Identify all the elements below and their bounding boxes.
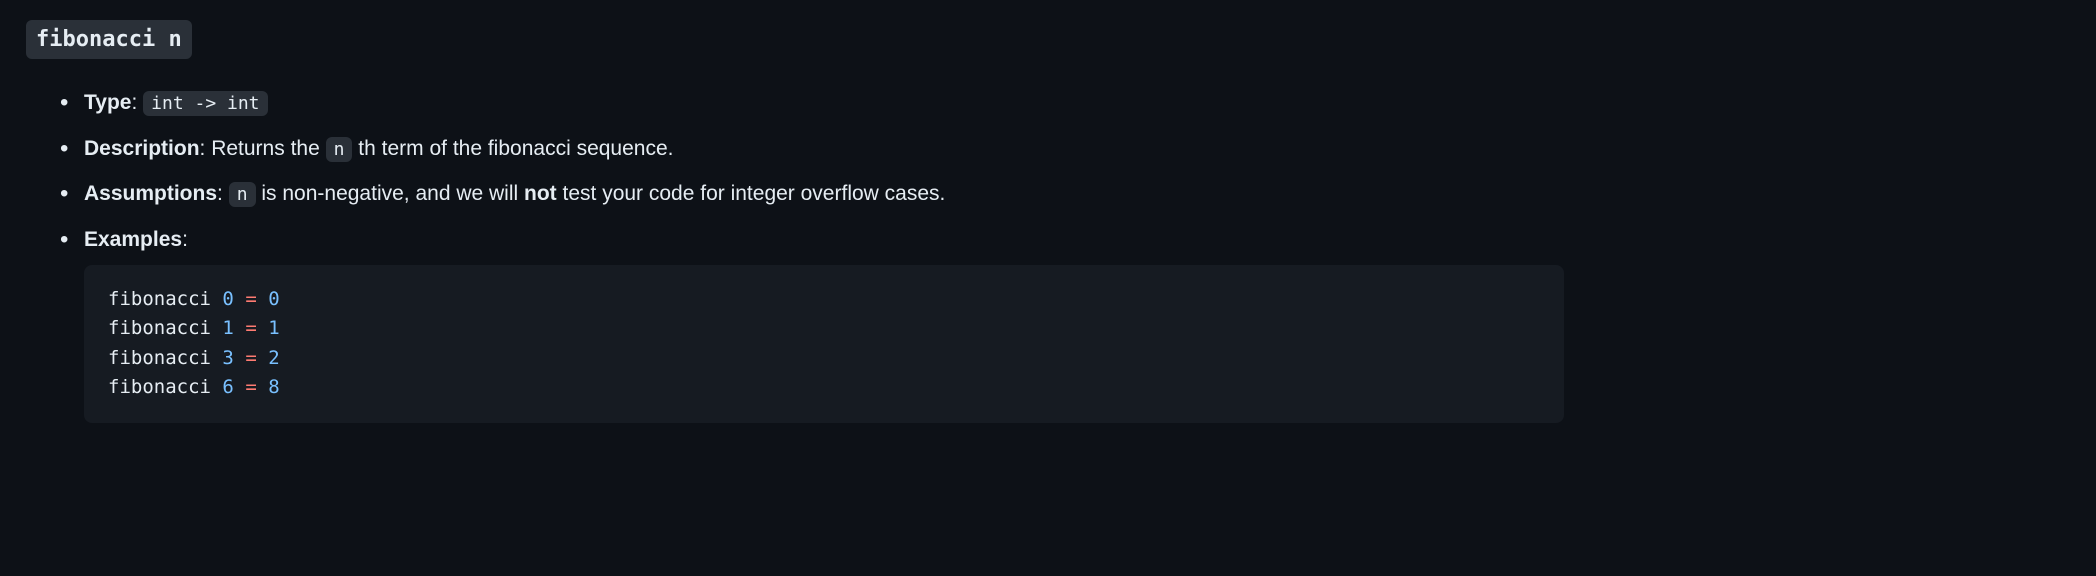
description-suffix: th term of the fibonacci sequence. bbox=[352, 137, 673, 160]
example-res: 1 bbox=[268, 317, 279, 339]
colon: : bbox=[217, 182, 229, 205]
example-op: = bbox=[245, 288, 256, 310]
example-res: 2 bbox=[268, 347, 279, 369]
example-line: fibonacci 0 = 0 bbox=[108, 285, 1540, 314]
spec-item-type: Type: int -> int bbox=[60, 87, 2076, 119]
example-fn: fibonacci bbox=[108, 376, 211, 398]
example-line: fibonacci 1 = 1 bbox=[108, 314, 1540, 343]
example-line: fibonacci 3 = 2 bbox=[108, 344, 1540, 373]
function-signature: fibonacci n bbox=[26, 20, 192, 59]
type-label: Type bbox=[84, 91, 131, 114]
example-arg: 0 bbox=[222, 288, 233, 310]
description-prefix: Returns the bbox=[211, 137, 325, 160]
example-arg: 1 bbox=[222, 317, 233, 339]
spec-item-assumptions: Assumptions: n is non-negative, and we w… bbox=[60, 178, 2076, 210]
examples-label: Examples bbox=[84, 228, 182, 251]
spec-item-description: Description: Returns the n th term of th… bbox=[60, 133, 2076, 165]
spec-list: Type: int -> int Description: Returns th… bbox=[20, 87, 2076, 423]
example-arg: 3 bbox=[222, 347, 233, 369]
assumptions-emph: not bbox=[524, 182, 557, 205]
example-op: = bbox=[245, 347, 256, 369]
assumptions-param: n bbox=[229, 182, 256, 207]
example-res: 0 bbox=[268, 288, 279, 310]
example-op: = bbox=[245, 317, 256, 339]
assumptions-text1: is non-negative, and we will bbox=[256, 182, 524, 205]
examples-code-block: fibonacci 0 = 0 fibonacci 1 = 1 fibonacc… bbox=[84, 265, 1564, 423]
assumptions-text2: test your code for integer overflow case… bbox=[557, 182, 946, 205]
example-res: 8 bbox=[268, 376, 279, 398]
example-line: fibonacci 6 = 8 bbox=[108, 373, 1540, 402]
colon: : bbox=[200, 137, 212, 160]
example-fn: fibonacci bbox=[108, 317, 211, 339]
example-fn: fibonacci bbox=[108, 347, 211, 369]
colon: : bbox=[182, 228, 188, 251]
colon: : bbox=[131, 91, 143, 114]
description-label: Description bbox=[84, 137, 200, 160]
spec-item-examples: Examples: fibonacci 0 = 0 fibonacci 1 = … bbox=[60, 224, 2076, 423]
example-fn: fibonacci bbox=[108, 288, 211, 310]
description-param: n bbox=[326, 137, 353, 162]
example-arg: 6 bbox=[222, 376, 233, 398]
type-value: int -> int bbox=[143, 91, 267, 116]
assumptions-label: Assumptions bbox=[84, 182, 217, 205]
example-op: = bbox=[245, 376, 256, 398]
